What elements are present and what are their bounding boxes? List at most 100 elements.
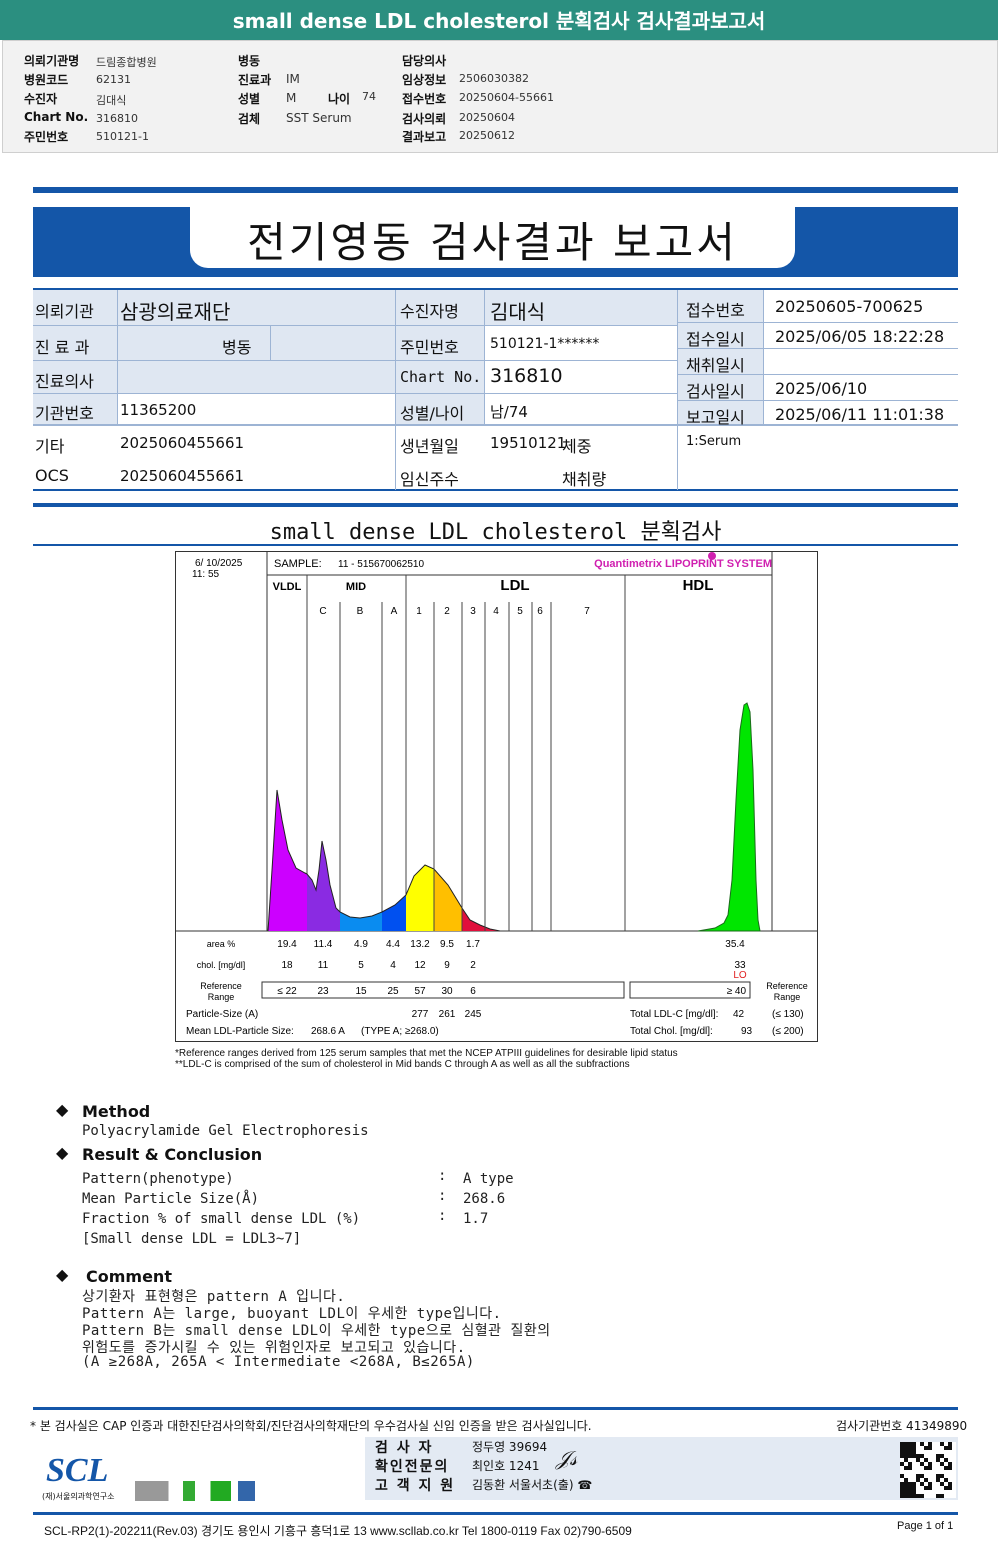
divider [33,544,958,546]
label: 주민번호 [400,338,459,357]
divider [33,288,958,290]
divider [33,187,958,193]
divider [33,393,677,394]
qr-module [928,1446,932,1450]
area-value: 1.7 [466,939,480,950]
divider [33,360,677,361]
divider [33,1407,958,1410]
total-ldl-ref: (≤ 130) [772,1009,804,1020]
comment-line: (A ≥268A, 265A < Intermediate <268A, B≤2… [82,1354,475,1370]
divider [33,489,958,491]
qr-module [908,1466,912,1470]
section-title: small dense LDL cholesterol 분획검사 [269,520,722,545]
qr-module [940,1494,944,1498]
area-value: 9.5 [440,939,454,950]
divider [33,1512,958,1515]
cert-logos [135,1481,255,1501]
divider [677,290,678,490]
chol-value: 12 [414,960,426,971]
label: 성별/나이 [400,404,465,423]
label: 접수일시 [686,330,745,349]
band-label: A [391,606,398,617]
cert-text: * 본 검사실은 CAP 인증과 대한진단검사의학회/진단검사의학재단의 우수검… [30,1419,592,1433]
result-label: Fraction % of small dense LDL (%) [82,1211,361,1227]
address: SCL-RP2(1)-202211(Rev.03) 경기도 용인시 기흥구 흥덕… [44,1524,632,1538]
label: 체중 [562,437,592,456]
area-value: 13.2 [410,939,430,950]
value: 2025060455661 [120,467,245,485]
ref-value: 6 [470,986,476,997]
info-label: 수진자 [24,92,58,106]
qr-module [948,1446,952,1450]
row-label-ref: Range [208,992,235,1002]
band-label: 5 [517,606,523,617]
value: 김대식 [490,300,546,324]
area-value: 4.4 [386,939,400,950]
label: 채취일시 [686,356,745,375]
page-header: small dense LDL cholesterol 분획검사 검사결과보고서 [0,0,998,40]
label: 검사일시 [686,382,745,401]
label: 접수번호 [686,301,745,320]
divider [33,503,958,507]
row-label-area: area % [207,939,236,949]
qr-module [920,1494,924,1498]
chart-time: 11: 55 [192,569,219,580]
info-label: 성별 [238,92,261,106]
result-value: 1.7 [463,1211,489,1227]
sign-name: 정두영 39694 [472,1440,548,1454]
info-label: 담당의사 [402,54,447,68]
value: 20250605-700625 [775,297,924,316]
total-ldl-label: Total LDL-C [mg/dl]: [630,1009,718,1020]
row-label-mean: Mean LDL-Particle Size: [186,1026,294,1037]
value: 11365200 [120,401,197,419]
result-value: 268.6 [463,1191,506,1207]
group-label-ldl: LDL [500,577,529,594]
band-label: 2 [444,606,450,617]
diamond-icon: ◆ [56,1100,69,1119]
label: Chart No. [400,368,482,386]
divider [484,290,485,425]
band-label: 6 [537,606,543,617]
low-flag: LO [733,970,747,981]
band-label: B [357,606,364,617]
area-value: 19.4 [277,939,297,950]
value: 510121-1****** [490,336,600,352]
value: 남/74 [490,403,528,421]
qr-module [928,1486,932,1490]
chol-value: 11 [318,960,329,971]
scl-logo: SCL [46,1452,109,1489]
info-value: M [286,91,297,105]
area-value: 4.9 [354,939,368,950]
psize-value: 261 [439,1009,456,1020]
info-value: SST Serum [286,111,352,125]
sign-role: 검 사 자 [375,1440,434,1456]
ref-value-hdl: ≥ 40 [727,986,747,997]
method-title: Method [82,1102,151,1121]
info-value: 62131 [96,73,131,86]
info-label: 검체 [238,112,261,126]
group-label-mid: MID [346,581,366,593]
total-chol-label: Total Chol. [mg/dl]: [630,1026,713,1037]
sample-id: 11 - 515670062510 [338,559,424,570]
qr-module [928,1466,932,1470]
info-value: 510121-1 [96,130,149,143]
method-text: Polyacrylamide Gel Electrophoresis [82,1123,369,1139]
divider [33,325,677,326]
total-ldl: 42 [733,1009,745,1020]
diamond-icon: ◆ [56,1265,69,1284]
area-value: 11.4 [314,939,333,950]
divider [678,322,958,323]
info-label: 진료과 [238,73,272,87]
area-value-hdl: 35.4 [725,939,745,950]
group-label-vldl: VLDL [273,581,302,593]
brand-logo: Quantimetrix LIPOPRINT SYSTEM [594,558,772,570]
result-value: A type [463,1171,514,1187]
info-label: 병동 [238,54,261,68]
value: 삼광의료재단 [120,300,231,324]
divider [117,290,118,425]
label: 의뢰기관 [35,302,94,321]
scl-logo-sub: (재)서울의과학연구소 [42,1492,115,1501]
qr-module [948,1486,952,1490]
chart-notes: *Reference ranges derived from 125 serum… [175,1048,678,1070]
label: 생년월일 [400,437,459,456]
